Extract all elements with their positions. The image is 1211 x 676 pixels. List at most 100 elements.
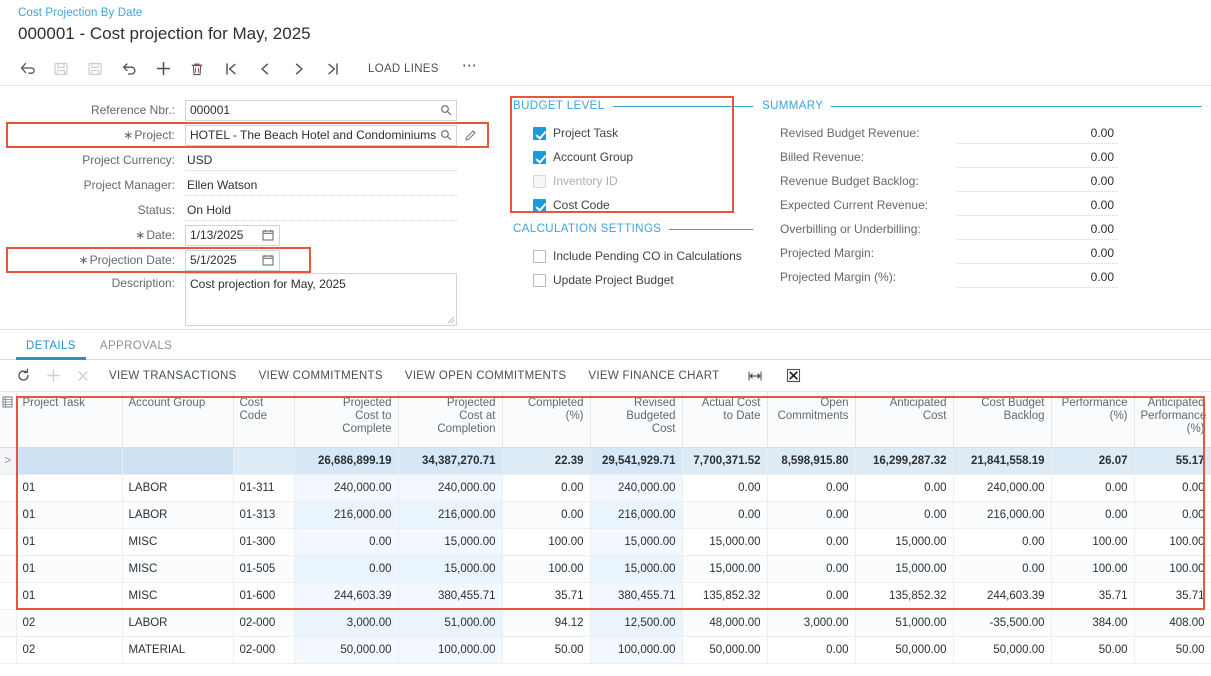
row-selector[interactable] [0, 555, 17, 583]
cell-project-task: 01 [16, 528, 123, 556]
summary-row: Billed Revenue: 0.00 [762, 145, 1202, 169]
summary-title: SUMMARY [762, 100, 824, 112]
load-lines-button[interactable]: LOAD LINES [356, 54, 451, 84]
projection-date-label-text: Projection Date: [89, 253, 175, 267]
cell-anticipated-cost: 15,000.00 [855, 528, 954, 556]
col-header-cost-code[interactable]: Cost Code [233, 392, 295, 448]
row-selector[interactable] [0, 528, 17, 556]
col-header-anticipated-cost[interactable]: Anticipated Cost [855, 392, 954, 448]
table-row[interactable]: 01 LABOR 01-311 240,000.00 240,000.00 0.… [0, 474, 1211, 502]
calendar-icon[interactable] [259, 254, 277, 266]
fit-columns-icon[interactable] [740, 362, 770, 390]
breadcrumb[interactable]: Cost Projection By Date [18, 6, 1211, 21]
row-selector[interactable] [0, 501, 17, 529]
col-header-projected-cost-to-complete[interactable]: Projected Cost to Complete [294, 392, 399, 448]
checkbox-row-include-pending-co[interactable]: Include Pending CO in Calculations [513, 244, 753, 268]
description-textarea[interactable]: Cost projection for May, 2025 [185, 273, 457, 326]
grid-settings-icon[interactable] [0, 392, 17, 448]
project-manager-label: Project Manager: [83, 178, 175, 192]
summary-row: Expected Current Revenue: 0.00 [762, 193, 1202, 217]
table-row[interactable]: 01 MISC 01-300 0.00 15,000.00 100.00 15,… [0, 528, 1211, 556]
project-input[interactable]: HOTEL - The Beach Hotel and Condominiums [185, 124, 457, 146]
projection-date-label: ∗Projection Date: [0, 253, 185, 267]
row-selector[interactable] [0, 474, 17, 502]
view-open-commitments-button[interactable]: VIEW OPEN COMMITMENTS [394, 362, 578, 390]
next-record-icon[interactable] [282, 54, 316, 84]
row-selector-icon[interactable]: > [0, 447, 17, 475]
cell-anticipated-cost: 51,000.00 [855, 609, 954, 637]
tab-bar: DETAILS APPROVALS [0, 330, 1211, 360]
cell-open-commitments: 3,000.00 [767, 609, 856, 637]
previous-record-icon[interactable] [248, 54, 282, 84]
cell-project-task: 02 [16, 609, 123, 637]
checkbox-row-cost-code[interactable]: Cost Code [513, 193, 753, 217]
col-header-project-task[interactable]: Project Task [16, 392, 123, 448]
checkbox-row-project-task[interactable]: Project Task [513, 121, 753, 145]
checkbox-row-account-group[interactable]: Account Group [513, 145, 753, 169]
project-label-text: Project: [134, 128, 175, 142]
first-record-icon[interactable] [214, 54, 248, 84]
add-icon[interactable] [146, 54, 180, 84]
date-label: ∗Date: [0, 228, 185, 242]
row-selector[interactable] [0, 636, 17, 664]
table-row[interactable]: 01 MISC 01-600 244,603.39 380,455.71 35.… [0, 582, 1211, 610]
col-header-projected-cost-at-completion[interactable]: Projected Cost at Completion [398, 392, 503, 448]
search-icon[interactable] [438, 129, 454, 141]
view-finance-chart-button[interactable]: VIEW FINANCE CHART [577, 362, 730, 390]
cost-code-checkbox[interactable] [533, 198, 546, 212]
resize-grip-icon[interactable] [447, 316, 455, 324]
projected-margin-pct-label: Projected Margin (%): [780, 270, 897, 284]
col-header-performance-pct[interactable]: Performance (%) [1051, 392, 1135, 448]
cell-account-group: MATERIAL [122, 636, 234, 664]
search-icon[interactable] [438, 104, 454, 116]
checkbox-row-update-project-budget[interactable]: Update Project Budget [513, 268, 753, 292]
update-project-budget-checkbox[interactable] [533, 273, 546, 287]
cell-projected-cost-to-complete: 244,603.39 [294, 582, 399, 610]
toolbar-more-button[interactable]: ⋯ [455, 54, 485, 84]
table-row[interactable]: 02 LABOR 02-000 3,000.00 51,000.00 94.12… [0, 609, 1211, 637]
projection-date-input[interactable]: 5/1/2025 [185, 249, 280, 271]
refresh-icon[interactable] [8, 362, 38, 390]
col-header-cost-budget-backlog[interactable]: Cost Budget Backlog [953, 392, 1052, 448]
cell-account-group: LABOR [122, 474, 234, 502]
row-selector[interactable] [0, 609, 17, 637]
col-header-account-group[interactable]: Account Group [122, 392, 234, 448]
account-group-label: Account Group [553, 150, 634, 164]
table-row[interactable]: 01 MISC 01-505 0.00 15,000.00 100.00 15,… [0, 555, 1211, 583]
project-task-checkbox[interactable] [533, 126, 546, 140]
col-header-open-commitments[interactable]: Open Commitments [767, 392, 856, 448]
main-toolbar: LOAD LINES ⋯ [0, 52, 1211, 86]
projected-margin-value: 0.00 [957, 243, 1117, 264]
delete-icon[interactable] [180, 54, 214, 84]
col-header-revised-budgeted-cost[interactable]: Revised Budgeted Cost [590, 392, 683, 448]
revenue-budget-backlog-label: Revenue Budget Backlog: [780, 174, 919, 188]
reference-nbr-input[interactable]: 000001 [185, 99, 457, 121]
account-group-checkbox[interactable] [533, 150, 546, 164]
view-commitments-button[interactable]: VIEW COMMITMENTS [248, 362, 394, 390]
row-selector[interactable] [0, 582, 17, 610]
table-row[interactable]: 01 LABOR 01-313 216,000.00 216,000.00 0.… [0, 501, 1211, 529]
back-arrow-icon[interactable] [10, 54, 44, 84]
total-cost-code [233, 447, 295, 475]
cell-completed-pct: 0.00 [502, 474, 591, 502]
cell-cost-code: 02-000 [233, 636, 295, 664]
date-input[interactable]: 1/13/2025 [185, 224, 280, 246]
form-left-column: Reference Nbr.: 000001 ∗Project: HOTEL -… [0, 98, 505, 331]
edit-project-icon[interactable] [464, 129, 477, 142]
tab-approvals[interactable]: APPROVALS [88, 339, 184, 359]
calendar-icon[interactable] [259, 229, 277, 241]
cell-cost-code: 01-313 [233, 501, 295, 529]
col-header-anticipated-performance-pct[interactable]: Anticipated Performance (%) [1134, 392, 1211, 448]
view-transactions-button[interactable]: VIEW TRANSACTIONS [98, 362, 248, 390]
include-pending-co-checkbox[interactable] [533, 249, 546, 263]
export-to-excel-icon[interactable] [778, 362, 808, 390]
tab-details[interactable]: DETAILS [14, 339, 88, 360]
undo-icon[interactable] [112, 54, 146, 84]
col-header-completed-pct[interactable]: Completed (%) [502, 392, 591, 448]
last-record-icon[interactable] [316, 54, 350, 84]
projection-date-value: 5/1/2025 [190, 253, 237, 267]
col-header-actual-cost-to-date[interactable]: Actual Cost to Date [682, 392, 768, 448]
table-row[interactable]: 02 MATERIAL 02-000 50,000.00 100,000.00 … [0, 636, 1211, 664]
cell-projected-cost-at-completion: 15,000.00 [398, 555, 503, 583]
grid-total-row[interactable]: > 26,686,899.19 34,387,270.71 22.39 29,5… [0, 447, 1211, 475]
